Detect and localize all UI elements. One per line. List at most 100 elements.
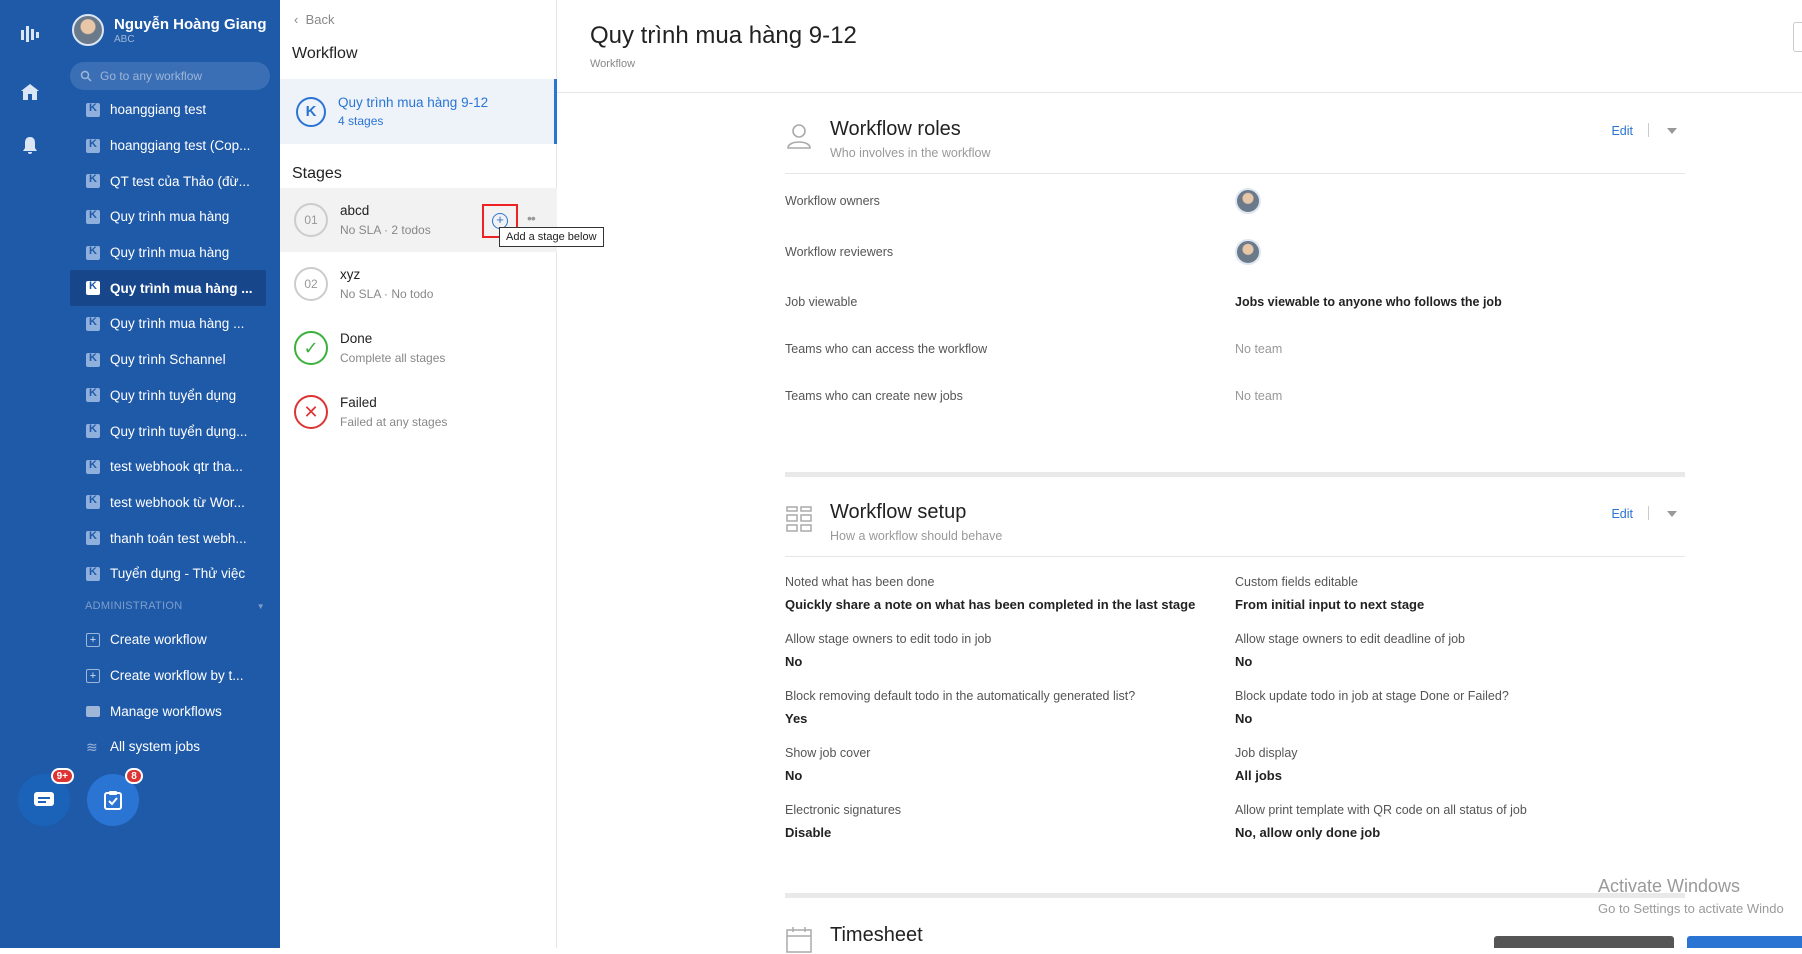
- setup-label: Show job cover: [785, 746, 871, 760]
- sidebar-workflow-label: Quy trình mua hàng: [110, 245, 230, 261]
- admin-section-header[interactable]: ADMINISTRATION ▼: [85, 600, 265, 612]
- avatar[interactable]: [1235, 239, 1261, 265]
- bell-icon[interactable]: [18, 134, 42, 158]
- back-label: Back: [305, 12, 335, 27]
- chevron-down-icon[interactable]: [1667, 128, 1677, 134]
- setup-value: Disable: [785, 825, 832, 840]
- workflow-icon: [86, 245, 100, 260]
- home-icon[interactable]: [18, 80, 42, 104]
- setup-value: No: [785, 654, 803, 669]
- workflow-icon: [86, 459, 100, 474]
- role-value: No team: [1235, 389, 1283, 403]
- stage-name: Done: [340, 331, 373, 346]
- workflow-icon: [86, 352, 100, 367]
- search-input[interactable]: [100, 69, 260, 83]
- workflow-icon: [86, 280, 100, 296]
- admin-item-create-workflow[interactable]: + Create workflow: [70, 622, 266, 658]
- user-profile[interactable]: Nguyễn Hoàng Giang ABC: [72, 14, 267, 46]
- sidebar-workflow-label: Quy trình Schannel: [110, 352, 226, 368]
- setup-label: Allow stage owners to edit deadline of j…: [1235, 632, 1466, 646]
- stage-desc: No SLA · 2 todos: [340, 223, 431, 237]
- plus-square-icon: +: [86, 668, 100, 683]
- sidebar-workflow-label: Tuyển dụng - Thử việc: [110, 566, 246, 582]
- section-divider: [785, 472, 1685, 477]
- section-title: Workflow roles: [830, 118, 961, 140]
- section-title: Workflow setup: [830, 501, 967, 523]
- sidebar-workflow-item-active[interactable]: Quy trình mua hàng ...: [70, 270, 266, 307]
- stage-item-failed[interactable]: ✕ Failed Failed at any stages: [280, 380, 557, 444]
- stage-item[interactable]: 02 xyz No SLA · No todo: [280, 252, 557, 316]
- user-org: ABC: [114, 33, 135, 45]
- admin-item-all-system-jobs[interactable]: ≋ All system jobs: [70, 729, 266, 765]
- admin-header-label: ADMINISTRATION: [85, 600, 183, 612]
- clipboard-check-icon: [104, 791, 122, 810]
- setup-item: Allow print template with QR code on all…: [1235, 803, 1675, 840]
- setup-item: Block update todo in job at stage Done o…: [1235, 689, 1675, 726]
- sidebar-workflow-item[interactable]: QT test của Thảo (đừ...: [70, 163, 266, 199]
- more-icon[interactable]: ••: [527, 210, 536, 226]
- setup-item: Job display All jobs: [1235, 746, 1675, 783]
- sidebar-workflow-item[interactable]: Quy trình mua hàng: [70, 199, 266, 235]
- check-icon: ✓: [294, 331, 328, 365]
- sidebar-workflow-item[interactable]: hoanggiang test: [70, 92, 266, 128]
- back-link[interactable]: ‹ Back: [294, 12, 334, 27]
- sidebar-workflow-item[interactable]: hoanggiang test (Cop...: [70, 128, 266, 164]
- stage-item-done[interactable]: ✓ Done Complete all stages: [280, 316, 557, 380]
- setup-item: Noted what has been done Quickly share a …: [785, 575, 1225, 612]
- sidebar-workflow-item[interactable]: Quy trình tuyển dụng: [70, 378, 266, 414]
- section-header: Workflow setup How a workflow should beh…: [785, 497, 1685, 557]
- setup-value: No: [1235, 711, 1253, 726]
- grid-icon: [786, 506, 812, 532]
- admin-item-label: Manage workflows: [110, 703, 222, 719]
- bottom-blue-button[interactable]: [1687, 936, 1802, 948]
- setup-item: Show job cover No: [785, 746, 1225, 783]
- admin-item-create-workflow-by-template[interactable]: + Create workflow by t...: [70, 658, 266, 694]
- sidebar-workflow-label: hoanggiang test: [110, 102, 207, 118]
- workflow-roles-section: Workflow roles Who involves in the workf…: [785, 114, 1685, 403]
- role-label: Workflow reviewers: [785, 245, 894, 259]
- setup-value: From initial input to next stage: [1235, 597, 1425, 612]
- setup-item: Custom fields editable From initial input…: [1235, 575, 1675, 612]
- sidebar-workflow-item[interactable]: test webhook qtr tha...: [70, 449, 266, 485]
- workflow-icon: [86, 102, 100, 117]
- setup-label: Block removing default todo in the autom…: [785, 689, 1136, 703]
- page-subtitle: Workflow: [590, 58, 636, 70]
- page-title: Quy trình mua hàng 9-12: [590, 22, 857, 49]
- workflow-icon: [86, 173, 100, 189]
- search-box: [70, 62, 270, 90]
- header-button-edge[interactable]: [1793, 22, 1802, 52]
- workflow-icon: [86, 387, 100, 403]
- role-value: No team: [1235, 342, 1283, 356]
- admin-item-manage-workflows[interactable]: Manage workflows: [70, 693, 266, 729]
- current-workflow[interactable]: K Quy trình mua hàng 9-12 4 stages: [280, 79, 557, 144]
- logo-icon[interactable]: [18, 22, 42, 46]
- chat-button[interactable]: 9+: [18, 768, 74, 826]
- admin-item-label: Create workflow by t...: [110, 668, 244, 684]
- setup-value: Quickly share a note on what has been co…: [785, 597, 1196, 612]
- setup-value: No, allow only done job: [1235, 825, 1381, 840]
- current-workflow-name: Quy trình mua hàng 9-12: [338, 95, 489, 110]
- avatar[interactable]: [1235, 188, 1261, 214]
- section-subtitle: How a workflow should behave: [830, 529, 1003, 543]
- admin-item-label: Create workflow: [110, 632, 207, 648]
- edit-roles-button[interactable]: Edit: [1611, 124, 1633, 138]
- setup-value: Yes: [785, 711, 808, 726]
- chevron-down-icon[interactable]: [1667, 511, 1677, 517]
- divider: [1648, 123, 1649, 137]
- sidebar-workflow-item[interactable]: Tuyển dụng - Thử việc: [70, 556, 266, 592]
- tasks-button[interactable]: 8: [87, 768, 143, 826]
- edit-setup-button[interactable]: Edit: [1611, 507, 1633, 521]
- setup-label: Allow print template with QR code on all…: [1235, 803, 1527, 817]
- sidebar-workflow-label: Quy trình mua hàng ...: [110, 280, 253, 296]
- bottom-dark-button[interactable]: [1494, 936, 1674, 948]
- sidebar-workflow-item[interactable]: Quy trình Schannel: [70, 342, 266, 378]
- sidebar-workflow-item[interactable]: Quy trình mua hàng: [70, 235, 266, 271]
- activate-windows-watermark: Activate Windows Go to Settings to activ…: [1598, 876, 1784, 916]
- sidebar-workflow-item[interactable]: thanh toán test webh...: [70, 520, 266, 556]
- close-icon: ✕: [294, 395, 328, 429]
- sidebar-workflow-item[interactable]: test webhook từ Wor...: [70, 485, 266, 521]
- sidebar-workflow-item[interactable]: Quy trình mua hàng ...: [70, 306, 266, 342]
- admin-item-label: All system jobs: [110, 739, 201, 755]
- sidebar-workflow-item[interactable]: Quy trình tuyển dụng...: [70, 413, 266, 449]
- setup-label: Noted what has been done: [785, 575, 935, 589]
